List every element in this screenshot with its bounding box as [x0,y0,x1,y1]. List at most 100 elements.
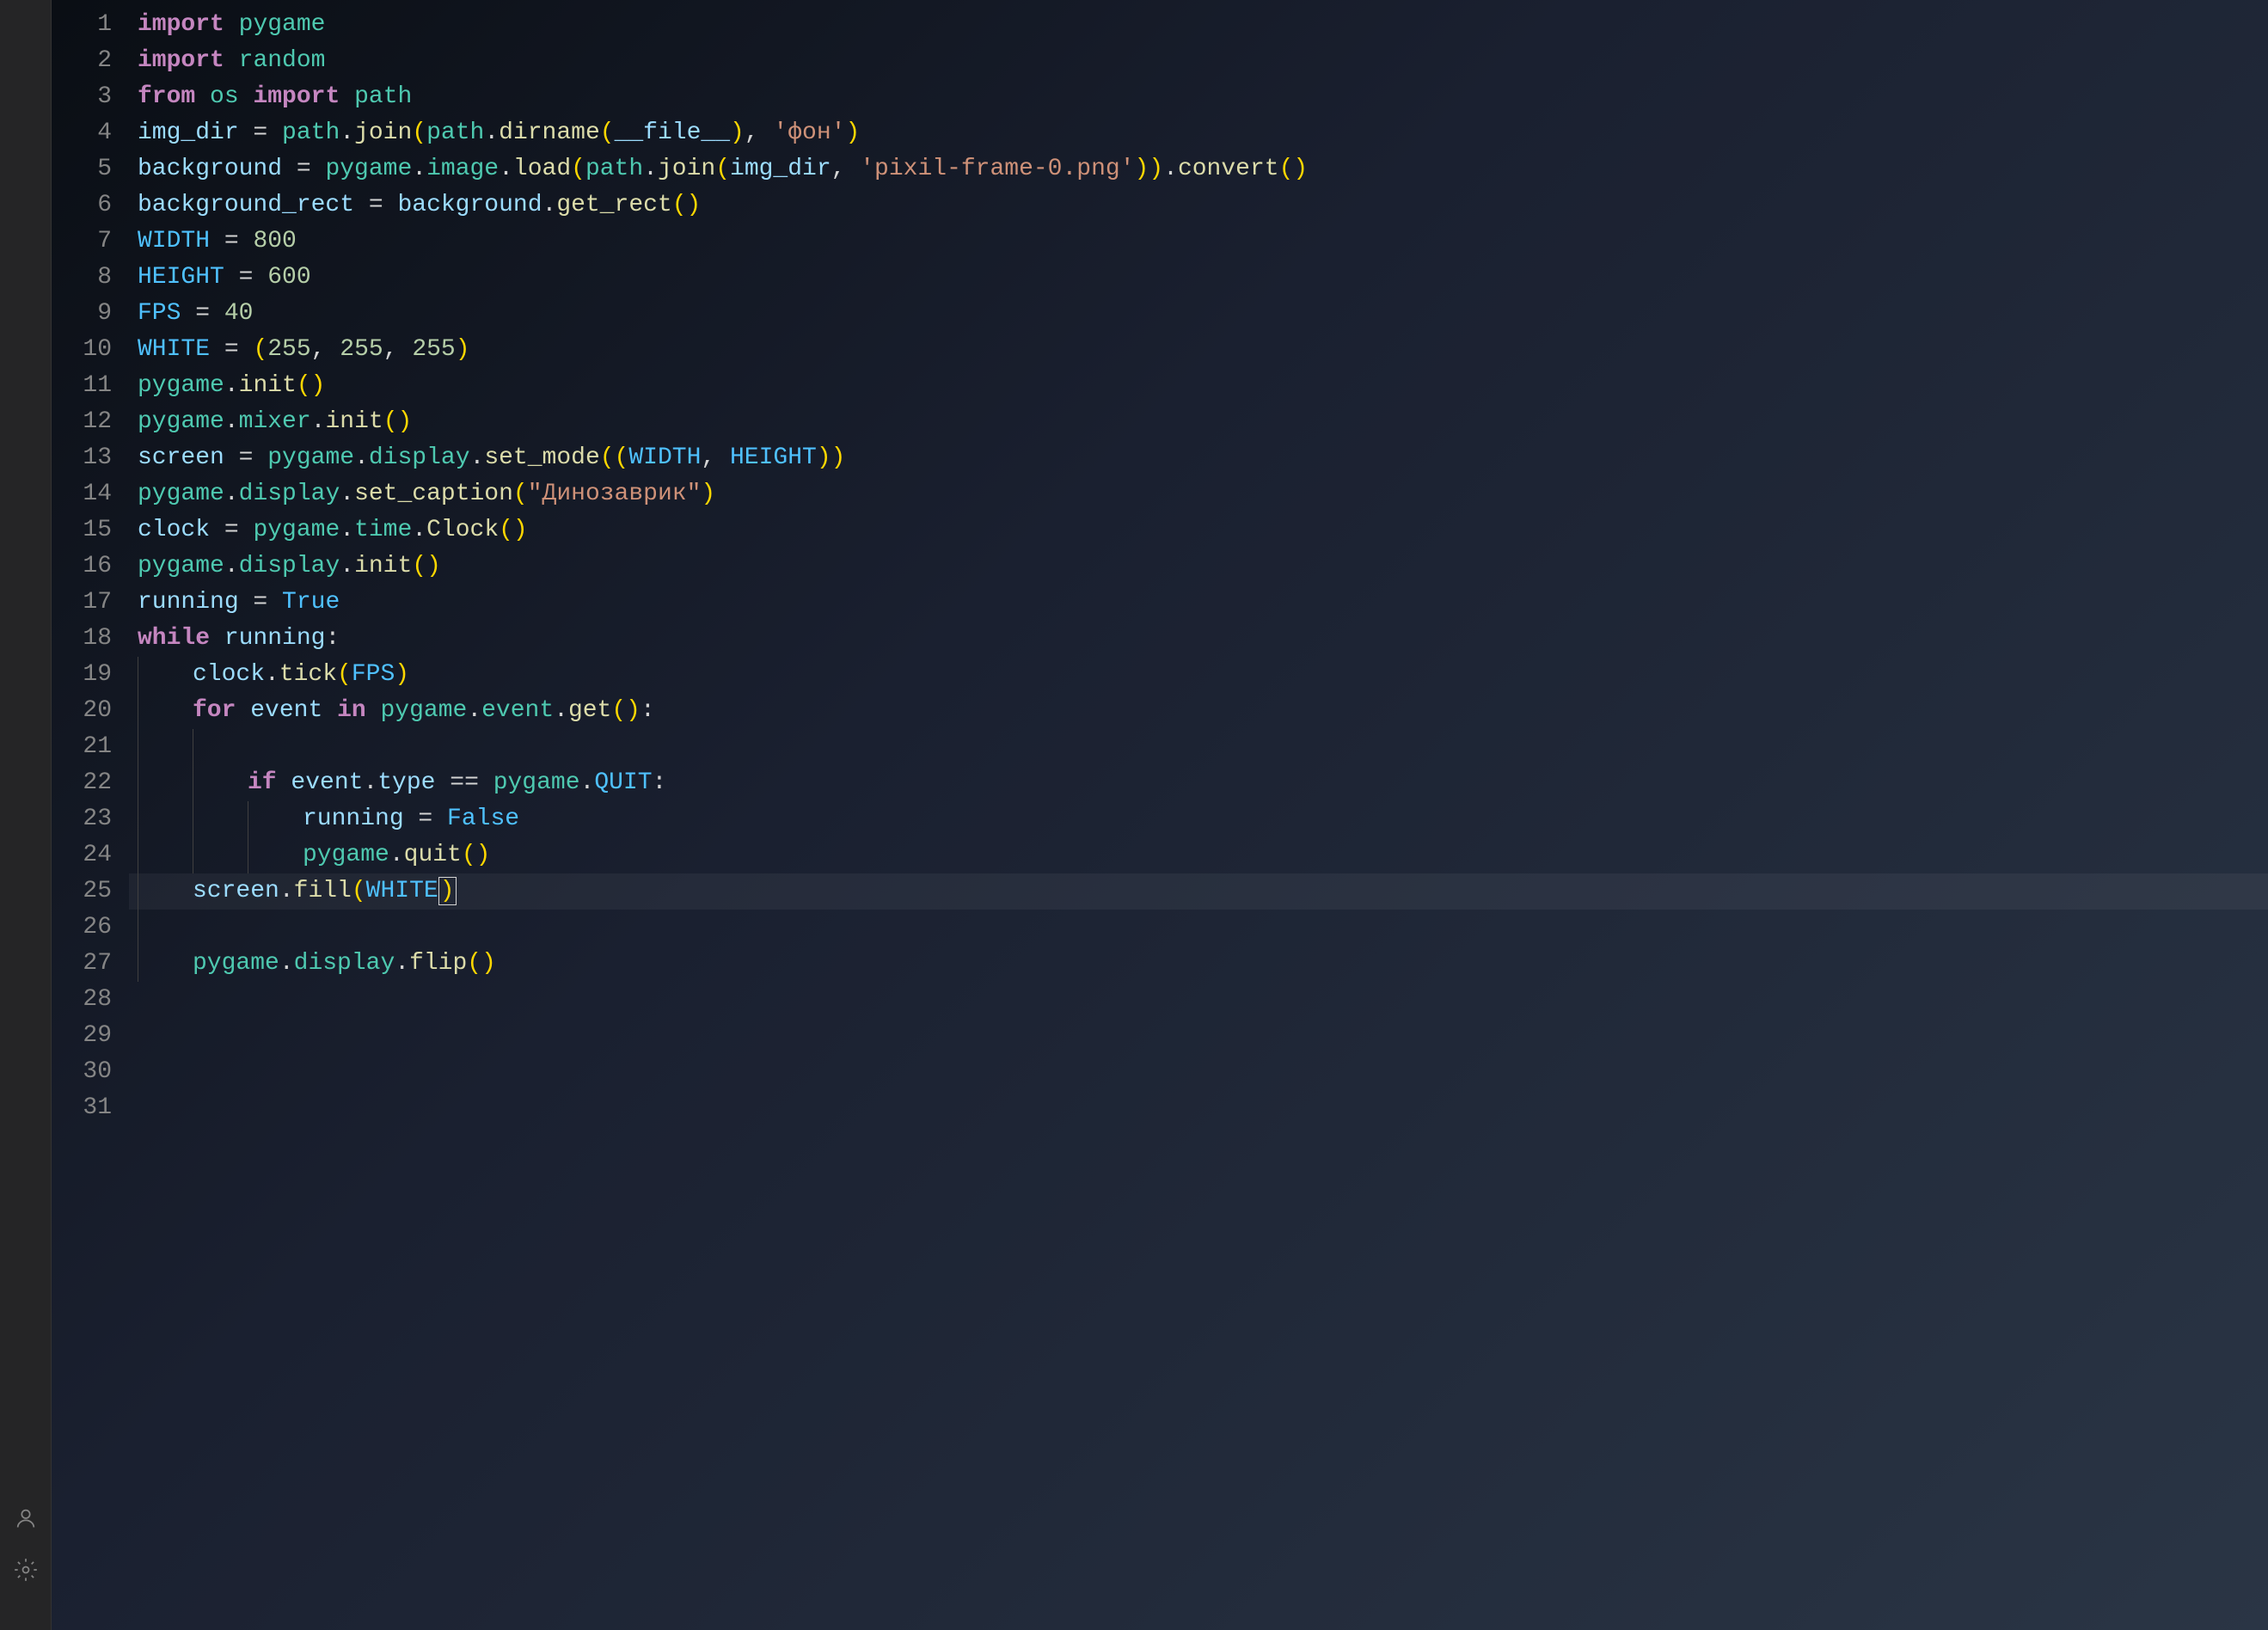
token-fn: Clock [426,517,499,543]
code-line[interactable]: clock = pygame.time.Clock() [129,512,2268,548]
code-line[interactable]: import pygame [129,7,2268,43]
token-paren: ( [600,119,615,146]
token-fn: set_caption [354,481,513,507]
code-line[interactable]: from os import path [129,79,2268,115]
token-paren: () [383,408,413,435]
token-kw: in [337,697,366,724]
token-mod: pygame [193,950,279,977]
token-punc: = [224,264,267,291]
token-punc: . [395,950,409,977]
token-punc: . [1163,156,1178,182]
token-fn: join [354,119,412,146]
token-punc: . [224,372,239,399]
code-line[interactable]: FPS = 40 [129,296,2268,332]
activity-bar [0,0,52,1630]
token-var: type [377,769,435,796]
token-mod: display [239,481,340,507]
code-line[interactable]: pygame.display.init() [129,548,2268,585]
token-punc [224,11,239,38]
line-number: 20 [58,693,112,729]
code-line[interactable]: clock.tick(FPS) [129,657,2268,693]
code-line[interactable]: WHITE = (255, 255, 255) [129,332,2268,368]
code-content[interactable]: import pygameimport randomfrom os import… [129,0,2268,1630]
line-number: 22 [58,765,112,801]
line-number: 25 [58,873,112,910]
token-fn: set_mode [484,444,599,471]
token-punc: . [279,878,294,904]
token-paren: () [611,697,641,724]
token-mod: pygame [138,408,224,435]
token-mod: event [481,697,554,724]
code-line[interactable] [129,729,2268,765]
code-line[interactable]: WIDTH = 800 [129,224,2268,260]
code-line[interactable] [129,1054,2268,1090]
code-line[interactable] [129,1018,2268,1054]
token-punc: , [311,336,340,363]
token-fn: quit [404,842,462,868]
token-paren: ) [730,119,745,146]
code-line[interactable]: screen = pygame.display.set_mode((WIDTH,… [129,440,2268,476]
token-punc: . [470,444,485,471]
code-line[interactable] [129,910,2268,946]
token-fn: init [239,372,297,399]
code-line[interactable]: screen.fill(WHITE) [129,873,2268,910]
token-var: background_rect [138,192,354,218]
code-line[interactable]: background = pygame.image.load(path.join… [129,151,2268,187]
token-punc: = [282,156,325,182]
token-kw: import [253,83,340,110]
token-var: background [138,156,282,182]
token-fn: load [513,156,571,182]
code-line[interactable]: for event in pygame.event.get(): [129,693,2268,729]
code-line[interactable]: pygame.mixer.init() [129,404,2268,440]
code-line[interactable]: while running: [129,621,2268,657]
token-var: event [291,769,363,796]
token-punc [224,47,239,74]
line-number: 26 [58,910,112,946]
token-paren: () [462,842,491,868]
settings-icon[interactable] [10,1554,41,1585]
code-line[interactable] [129,982,2268,1018]
code-line[interactable]: HEIGHT = 600 [129,260,2268,296]
token-var: background [397,192,542,218]
line-number: 29 [58,1018,112,1054]
code-line[interactable]: pygame.quit() [129,837,2268,873]
code-line[interactable]: background_rect = background.get_rect() [129,187,2268,224]
line-number: 2 [58,43,112,79]
token-num: 40 [224,300,254,327]
code-editor[interactable]: 1234567891011121314151617181920212223242… [52,0,2268,1630]
code-line[interactable]: pygame.init() [129,368,2268,404]
code-line[interactable]: pygame.display.set_caption("Динозаврик") [129,476,2268,512]
token-punc [322,697,337,724]
token-fn: init [325,408,383,435]
token-punc [239,83,254,110]
line-number: 12 [58,404,112,440]
token-const: FPS [138,300,181,327]
token-mod: display [369,444,470,471]
token-const: True [282,589,340,616]
token-punc: . [340,553,354,579]
token-const: False [447,806,519,832]
code-line[interactable] [129,1090,2268,1126]
account-icon[interactable] [10,1503,41,1534]
code-line[interactable]: pygame.display.flip() [129,946,2268,982]
token-fn: join [658,156,715,182]
line-number: 24 [58,837,112,873]
token-var: event [250,697,322,724]
token-fn: get_rect [556,192,671,218]
token-mod: display [239,553,340,579]
token-punc: , [383,336,413,363]
token-fn: dirname [499,119,600,146]
token-paren: ( [253,336,267,363]
code-line[interactable]: if event.type == pygame.QUIT: [129,765,2268,801]
token-punc: . [499,156,513,182]
code-line[interactable]: import random [129,43,2268,79]
code-line[interactable]: img_dir = path.join(path.dirname(__file_… [129,115,2268,151]
code-line[interactable]: running = False [129,801,2268,837]
line-number: 3 [58,79,112,115]
code-line[interactable]: running = True [129,585,2268,621]
token-punc: . [311,408,326,435]
line-number: 21 [58,729,112,765]
token-paren: ( [571,156,585,182]
token-num: 255 [267,336,310,363]
token-punc: . [412,156,426,182]
